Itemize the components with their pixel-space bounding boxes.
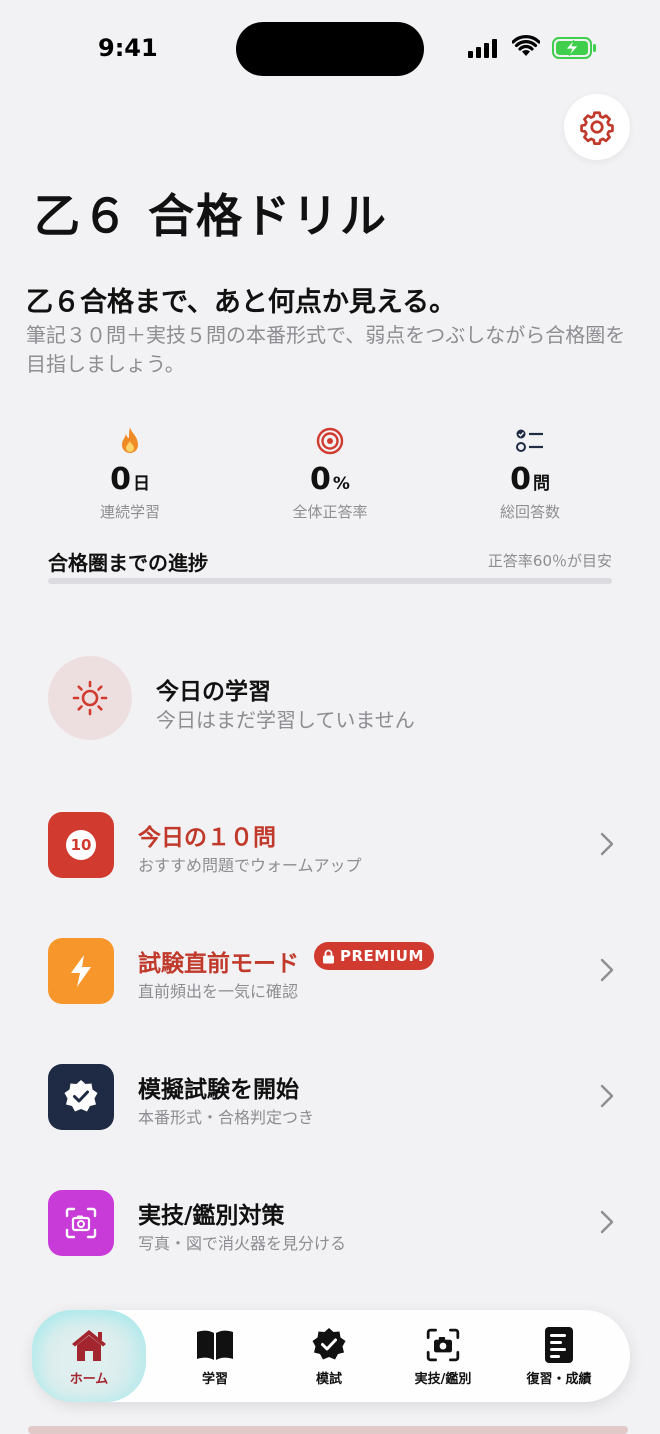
menu-exam-rush-title: 試験直前モード (138, 951, 299, 977)
stat-accuracy-label: 全体正答率 (292, 503, 368, 521)
settings-button[interactable] (564, 94, 630, 160)
tab-mock[interactable]: 模試 (272, 1310, 386, 1402)
tab-home[interactable]: ホーム (32, 1310, 146, 1402)
wifi-icon (512, 35, 540, 56)
chevron-right-icon (600, 1084, 614, 1108)
today-learning-card[interactable]: 今日の学習 今日はまだ学習していません (48, 656, 628, 742)
tab-practical[interactable]: 実技/鑑別 (386, 1310, 500, 1402)
today-subtitle: 今日はまだ学習していません (156, 708, 415, 732)
menu-practical-subtitle: 写真・図で消火器を見分ける (138, 1234, 347, 1253)
bottom-edge (28, 1426, 628, 1434)
menu-practical-title: 実技/鑑別対策 (138, 1203, 285, 1229)
stat-streak-value: 0 (110, 462, 131, 497)
sun-icon (72, 680, 108, 716)
daily-10-icon-text: 10 (70, 836, 92, 854)
menu-mock-exam-subtitle: 本番形式・合格判定つき (138, 1108, 315, 1127)
flame-icon (122, 427, 138, 453)
cellular-signal-icon (468, 38, 497, 58)
menu-exam-rush-subtitle: 直前頻出を一気に確認 (138, 982, 299, 1001)
stats-row: 0日 連続学習 0% 全体正答率 0問 総回答数 (30, 424, 630, 524)
stat-accuracy-unit: % (332, 474, 350, 494)
tab-study-label: 学習 (201, 1371, 228, 1387)
menu-mock-exam-title: 模擬試験を開始 (138, 1077, 299, 1103)
progress-bar (48, 578, 612, 584)
dynamic-island (236, 22, 424, 76)
tab-practical-label: 実技/鑑別 (414, 1371, 472, 1387)
stat-accuracy-value: 0 (310, 462, 331, 497)
premium-badge-label: PREMIUM (340, 947, 424, 965)
stat-streak-unit: 日 (132, 474, 150, 494)
stat-streak: 0日 連続学習 (30, 424, 230, 522)
stat-accuracy: 0% 全体正答率 (230, 424, 430, 522)
stat-total-label: 総回答数 (499, 503, 560, 521)
stat-streak-label: 連続学習 (99, 503, 160, 521)
status-bar: 9:41 (0, 0, 660, 100)
verified-badge-icon (48, 1064, 114, 1130)
menu-daily-10[interactable]: 10 今日の１０問 おすすめ問題でウォームアップ (48, 812, 620, 878)
menu-mock-exam[interactable]: 模擬試験を開始 本番形式・合格判定つき (48, 1064, 620, 1130)
chevron-right-icon (600, 832, 614, 856)
checklist-icon (516, 429, 543, 452)
progress-title: 合格圏までの進捗 (48, 551, 208, 575)
tab-home-label: ホーム (69, 1371, 109, 1387)
status-time: 9:41 (98, 34, 158, 62)
menu-exam-rush[interactable]: 試験直前モード PREMIUM 直前頻出を一気に確認 (48, 938, 620, 1004)
camera-icon (426, 1328, 460, 1361)
menu-daily-10-title: 今日の１０問 (138, 825, 276, 851)
today-title: 今日の学習 (156, 679, 271, 705)
app-title: 乙６ 合格ドリル (34, 189, 389, 243)
chevron-right-icon (600, 958, 614, 982)
tab-study[interactable]: 学習 (158, 1310, 272, 1402)
tab-mock-label: 模試 (315, 1371, 342, 1387)
today-icon-circle (48, 656, 132, 740)
book-icon (197, 1330, 233, 1360)
lightning-icon (48, 938, 114, 1004)
stat-total-unit: 問 (532, 474, 550, 494)
badge-check-icon (312, 1327, 346, 1359)
tab-bar: ホーム 学習 模試 実技/鑑別 復習・成績 (32, 1310, 630, 1402)
stat-total-value: 0 (510, 462, 531, 497)
document-icon (545, 1326, 573, 1363)
tab-review-label: 復習・成績 (526, 1371, 592, 1387)
hero-headline: 乙６合格まで、あと何点か見える。 (26, 287, 457, 318)
gear-icon (580, 111, 614, 145)
tab-review[interactable]: 復習・成績 (502, 1310, 616, 1402)
lock-icon (323, 949, 334, 963)
camera-scan-icon (48, 1190, 114, 1256)
menu-daily-10-subtitle: おすすめ問題でウォームアップ (138, 856, 362, 875)
home-icon (72, 1329, 106, 1361)
stat-total: 0問 総回答数 (430, 424, 630, 522)
menu-practical[interactable]: 実技/鑑別対策 写真・図で消火器を見分ける (48, 1190, 620, 1256)
hero-subtext: 筆記３０問＋実技５問の本番形式で、弱点をつぶしながら合格圏を目指しましょう。 (26, 323, 626, 376)
progress-hint: 正答率60％が目安 (487, 552, 612, 570)
target-icon (316, 427, 344, 455)
daily-10-icon: 10 (48, 812, 114, 878)
premium-badge: PREMIUM (314, 942, 434, 970)
battery-charging-icon (552, 37, 596, 59)
chevron-right-icon (600, 1210, 614, 1234)
